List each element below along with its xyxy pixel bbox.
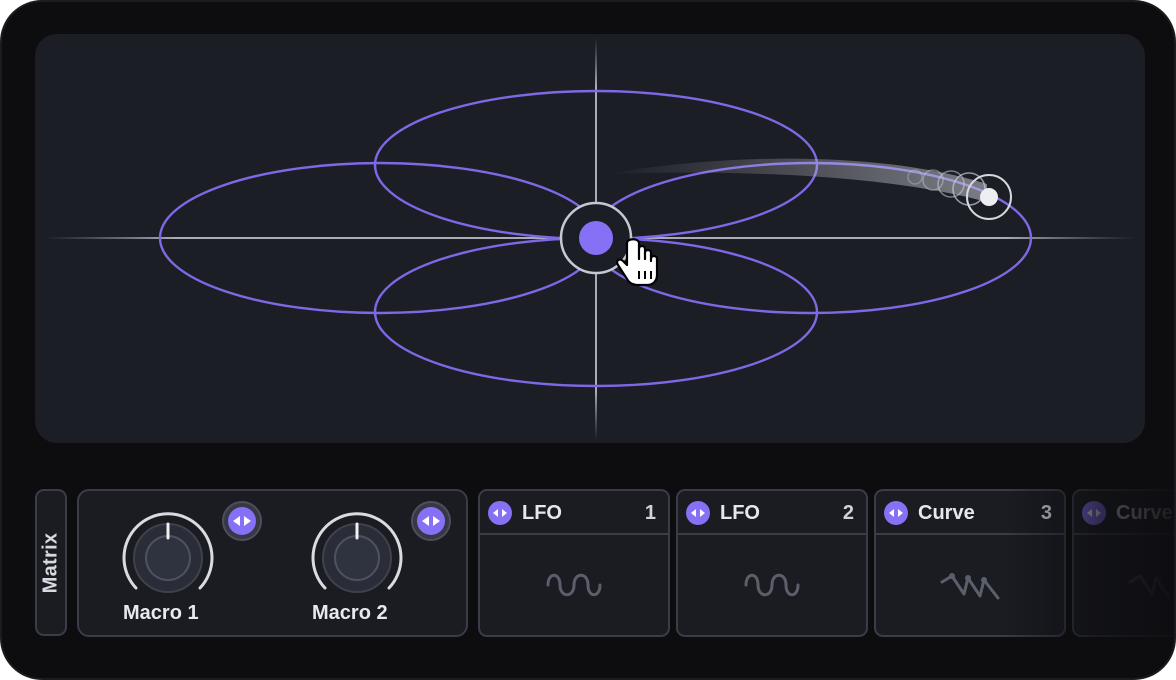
xy-pad-canvas [45, 38, 1135, 440]
modulator-name: Curve [1116, 502, 1173, 524]
modulator-number: 2 [842, 502, 854, 524]
macro-1-mod-button[interactable] [222, 501, 262, 541]
matrix-tab[interactable]: Matrix [35, 489, 67, 636]
curve-shape-icon [876, 535, 1064, 635]
bidirectional-arrows-icon [422, 516, 440, 526]
modulator-card-curve-4[interactable]: Curve [1072, 489, 1174, 637]
modulator-header: LFO 2 [678, 491, 866, 535]
bidirectional-arrows-icon[interactable] [1082, 501, 1106, 525]
macro-2-mod-button[interactable] [411, 501, 451, 541]
macro-1-label: Macro 1 [123, 602, 199, 624]
sine-wave-icon [678, 535, 866, 635]
bidirectional-arrows-icon[interactable] [488, 501, 512, 525]
bidirectional-arrows-icon[interactable] [686, 501, 710, 525]
modulator-card-lfo-2[interactable]: LFO 2 [676, 489, 868, 637]
modulator-name: LFO [522, 502, 562, 524]
xy-pad[interactable] [35, 34, 1145, 443]
modulator-header: LFO 1 [480, 491, 668, 535]
macro-2-label: Macro 2 [312, 602, 388, 624]
macro-2-knob[interactable] [307, 508, 407, 608]
curve-shape-icon [1074, 535, 1174, 635]
app-window: Matrix Macro 1 Macro 2 LFO 1 LFO 2 Curve… [0, 0, 1176, 680]
modulator-name: Curve [918, 502, 975, 524]
modulator-card-lfo-1[interactable]: LFO 1 [478, 489, 670, 637]
sine-wave-icon [480, 535, 668, 635]
modulator-name: LFO [720, 502, 760, 524]
macro-panel: Macro 1 Macro 2 [77, 489, 468, 637]
modulator-header: Curve [1074, 491, 1174, 535]
matrix-tab-label: Matrix [39, 532, 62, 593]
bidirectional-arrows-icon [233, 516, 251, 526]
modulator-number: 1 [644, 502, 656, 524]
modulator-number: 3 [1040, 502, 1052, 524]
bidirectional-arrows-icon[interactable] [884, 501, 908, 525]
center-handle[interactable] [579, 221, 613, 255]
modulator-header: Curve 3 [876, 491, 1064, 535]
modulator-card-curve-3[interactable]: Curve 3 [874, 489, 1066, 637]
macro-1-knob[interactable] [118, 508, 218, 608]
modulation-dot [980, 188, 998, 206]
